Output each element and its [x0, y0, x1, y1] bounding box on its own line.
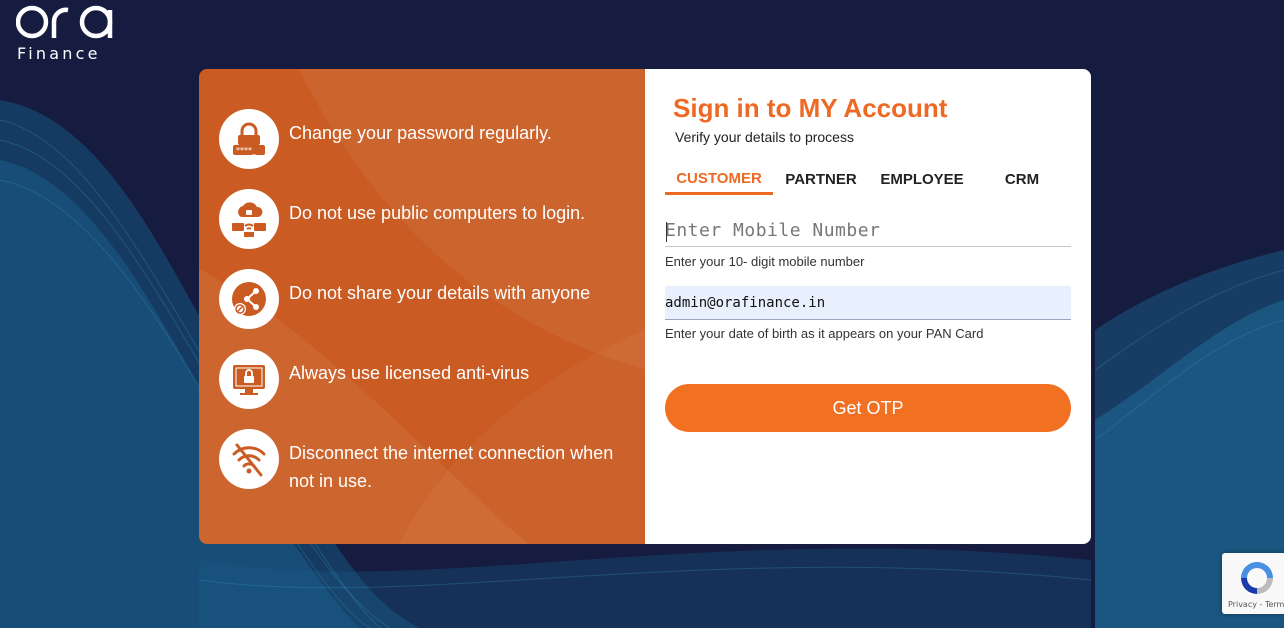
dob-field-group: Enter your date of birth as it appears o…	[665, 286, 1071, 341]
ora-finance-logo: Finance	[16, 2, 120, 63]
antivirus-monitor-icon	[219, 349, 279, 409]
tab-crm[interactable]: CRM	[997, 167, 1047, 195]
tip-text: Do not use public computers to login.	[289, 203, 586, 223]
logo-subtext: Finance	[17, 44, 101, 63]
wifi-off-icon	[219, 429, 279, 489]
tip-text: Change your password regularly.	[289, 123, 552, 143]
recaptcha-icon	[1241, 562, 1273, 594]
tab-partner[interactable]: PARTNER	[781, 167, 861, 195]
signin-subtitle: Verify your details to process	[675, 129, 854, 145]
tip-item: Always use licensed anti-virus	[219, 349, 629, 429]
no-share-icon	[219, 269, 279, 329]
ora-logo-mark	[16, 5, 113, 39]
recaptcha-terms[interactable]: Privacy - Terms	[1228, 600, 1284, 609]
user-type-tabs: CUSTOMER PARTNER EMPLOYEE CRM	[665, 167, 1071, 195]
password-lock-icon: ****_	[219, 109, 279, 169]
dob-hint: Enter your date of birth as it appears o…	[665, 326, 984, 341]
text-cursor	[666, 222, 667, 242]
security-tips-panel: ****_ Change your password regularly. Do…	[199, 69, 645, 544]
tip-item: Disconnect the internet connection when …	[219, 429, 629, 509]
signin-panel: Sign in to MY Account Verify your detail…	[645, 69, 1091, 544]
tab-customer[interactable]: CUSTOMER	[665, 167, 773, 195]
mobile-hint: Enter your 10- digit mobile number	[665, 254, 865, 269]
recaptcha-badge[interactable]: Privacy - Terms	[1222, 553, 1284, 614]
tip-item: ****_ Change your password regularly.	[219, 109, 629, 189]
tip-item: Do not use public computers to login.	[219, 189, 629, 269]
get-otp-button[interactable]: Get OTP	[665, 384, 1071, 432]
dob-input[interactable]	[665, 286, 1071, 320]
tip-text: Always use licensed anti-virus	[289, 363, 530, 383]
signin-title: Sign in to MY Account	[673, 93, 948, 123]
tip-text: Disconnect the internet connection when …	[289, 443, 614, 491]
mobile-field-group: Enter your 10- digit mobile number	[665, 215, 1071, 269]
tip-item: Do not share your details with anyone	[219, 269, 629, 349]
security-tips-list: ****_ Change your password regularly. Do…	[219, 109, 629, 509]
svg-text:****_: ****_	[236, 146, 257, 155]
tab-employee[interactable]: EMPLOYEE	[875, 167, 969, 195]
login-card: ****_ Change your password regularly. Do…	[199, 69, 1091, 544]
tip-text: Do not share your details with anyone	[289, 283, 591, 303]
public-computer-cloud-icon	[219, 189, 279, 249]
mobile-number-input[interactable]	[665, 215, 1071, 247]
